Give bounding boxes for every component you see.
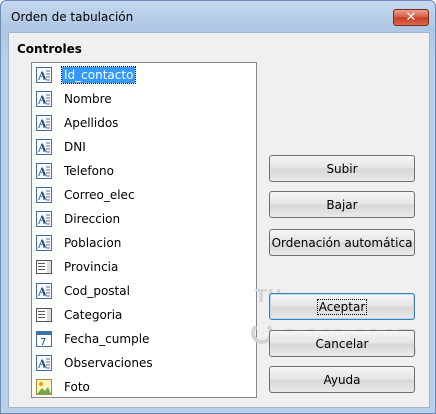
- svg-text:A: A: [37, 166, 47, 179]
- controls-label: Controles: [17, 42, 82, 56]
- move-up-label: Subir: [326, 161, 358, 176]
- ok-label: Aceptar: [316, 298, 368, 315]
- list-item-label: Nombre: [64, 92, 112, 106]
- text-field-icon: A: [36, 67, 52, 83]
- list-item[interactable]: A Nombre: [36, 88, 114, 110]
- automatic-sort-button[interactable]: Ordenación automática: [269, 229, 415, 256]
- list-item[interactable]: A Observaciones: [36, 352, 155, 374]
- svg-text:A: A: [37, 118, 47, 131]
- cancel-label: Cancelar: [315, 336, 369, 351]
- svg-text:A: A: [37, 214, 47, 227]
- dialog-body: Controles A Id_contacto A Nombre A Apellidos A…: [8, 32, 430, 408]
- title-bar[interactable]: Orden de tabulación ✕: [1, 1, 435, 31]
- move-down-button[interactable]: Bajar: [269, 191, 415, 218]
- text-field-icon: A: [36, 115, 52, 131]
- close-icon: ✕: [405, 10, 417, 25]
- list-item[interactable]: A Id_contacto: [36, 64, 137, 86]
- list-item-label: Id_contacto: [60, 66, 137, 84]
- svg-text:7: 7: [40, 337, 46, 347]
- list-item[interactable]: A Correo_elec: [36, 184, 137, 206]
- list-item-label: Apellidos: [64, 116, 119, 130]
- list-item-label: Direccion: [64, 212, 121, 226]
- cancel-button[interactable]: Cancelar: [269, 330, 415, 357]
- controls-listbox[interactable]: A Id_contacto A Nombre A Apellidos A DNI A Telefo…: [31, 62, 257, 398]
- list-item-label: Fecha_cumple: [64, 332, 150, 346]
- svg-text:A: A: [37, 94, 47, 107]
- text-field-icon: A: [36, 187, 52, 203]
- list-item-label: Poblacion: [64, 236, 122, 250]
- list-item[interactable]: A DNI: [36, 136, 88, 158]
- ok-button[interactable]: Aceptar: [269, 293, 415, 320]
- automatic-sort-label: Ordenación automática: [271, 235, 413, 250]
- move-up-button[interactable]: Subir: [269, 155, 415, 182]
- text-field-icon: A: [36, 355, 52, 371]
- list-item-label: Cod_postal: [64, 284, 130, 298]
- list-item[interactable]: A Poblacion: [36, 232, 123, 254]
- move-down-label: Bajar: [326, 197, 358, 212]
- svg-text:A: A: [37, 142, 47, 155]
- list-item-label: Correo_elec: [64, 188, 135, 202]
- list-item[interactable]: Provincia: [36, 256, 120, 278]
- window-title: Orden de tabulación: [11, 10, 134, 24]
- image-control-icon: [36, 379, 52, 395]
- text-field-icon: A: [36, 283, 52, 299]
- list-item[interactable]: A Apellidos: [36, 112, 120, 134]
- list-box-icon: [36, 259, 52, 275]
- list-item-label: Foto: [64, 380, 90, 394]
- dialog-window: Orden de tabulación ✕ Controles A Id_cont…: [0, 0, 436, 414]
- list-item-label: Observaciones: [64, 356, 153, 370]
- svg-text:A: A: [37, 70, 47, 83]
- help-button[interactable]: Ayuda: [269, 366, 415, 393]
- list-item[interactable]: 7 Fecha_cumple: [36, 328, 151, 350]
- svg-text:A: A: [37, 238, 47, 251]
- list-item[interactable]: A Telefono: [36, 160, 116, 182]
- svg-text:A: A: [37, 358, 47, 371]
- svg-text:A: A: [37, 286, 47, 299]
- text-field-icon: A: [36, 139, 52, 155]
- list-item-label: DNI: [64, 140, 86, 154]
- text-field-icon: A: [36, 163, 52, 179]
- list-box-icon: [36, 307, 52, 323]
- list-item[interactable]: Foto: [36, 376, 92, 397]
- text-field-icon: A: [36, 91, 52, 107]
- help-label: Ayuda: [323, 372, 361, 387]
- list-item-label: Categoria: [64, 308, 123, 322]
- list-item[interactable]: A Cod_postal: [36, 280, 132, 302]
- date-field-icon: 7: [36, 331, 52, 348]
- list-item-label: Provincia: [64, 260, 119, 274]
- list-item[interactable]: Categoria: [36, 304, 124, 326]
- svg-text:A: A: [37, 190, 47, 203]
- text-field-icon: A: [36, 235, 52, 251]
- list-item-label: Telefono: [64, 164, 114, 178]
- list-item[interactable]: A Direccion: [36, 208, 122, 230]
- close-button[interactable]: ✕: [393, 9, 429, 26]
- text-field-icon: A: [36, 211, 52, 227]
